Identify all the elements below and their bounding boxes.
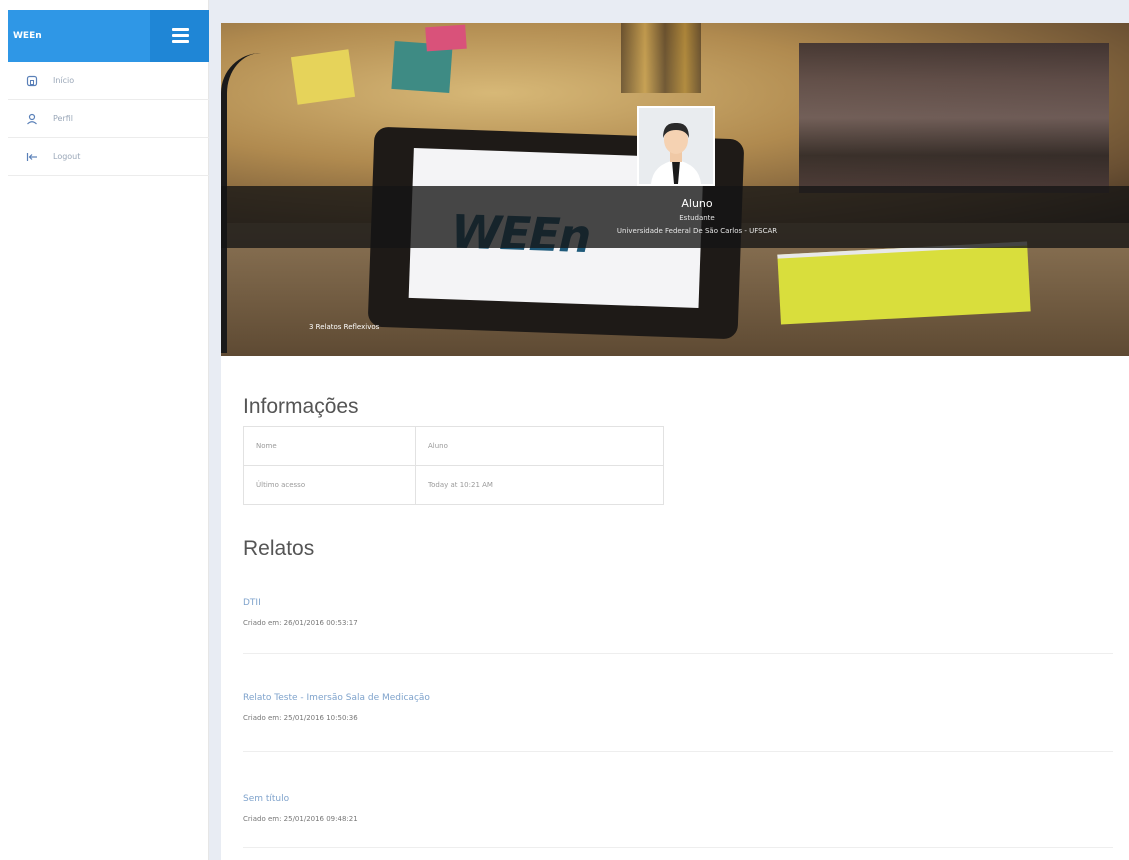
report-count: 3 Relatos Reflexivos bbox=[309, 323, 380, 331]
relatos-section-title: Relatos bbox=[243, 537, 315, 560]
info-value: Aluno bbox=[415, 426, 664, 466]
sidebar-header: WEEn bbox=[8, 10, 209, 62]
profile-cover: WEEn Aluno Estudante Universidade Federa… bbox=[221, 23, 1129, 356]
relato-link[interactable]: Relato Teste - Imersão Sala de Medicação bbox=[243, 693, 430, 703]
notebook bbox=[777, 241, 1031, 325]
sidebar-item-label: Perfil bbox=[53, 114, 74, 123]
list-item: DTII Criado em: 26/01/2016 00:53:17 bbox=[243, 590, 1113, 654]
relato-date: Criado em: 25/01/2016 09:48:21 bbox=[243, 815, 358, 823]
relato-date: Criado em: 26/01/2016 00:53:17 bbox=[243, 619, 358, 627]
info-key: Nome bbox=[243, 426, 416, 466]
sidebar-item-inicio[interactable]: Início bbox=[8, 62, 209, 100]
sidebar-nav: Início Perfil Logout bbox=[8, 62, 209, 176]
gutter bbox=[209, 0, 221, 860]
relato-date: Criado em: 25/01/2016 10:50:36 bbox=[243, 714, 358, 722]
book-stack bbox=[799, 43, 1109, 193]
brand-logo[interactable]: WEEn bbox=[8, 10, 150, 62]
relato-link[interactable]: DTII bbox=[243, 598, 261, 608]
profile-university: Universidade Federal De São Carlos - UFS… bbox=[616, 227, 778, 235]
sidebar-item-perfil[interactable]: Perfil bbox=[8, 100, 209, 138]
table-row: Último acesso Today at 10:21 AM bbox=[243, 465, 664, 505]
logout-icon bbox=[25, 150, 39, 164]
info-table: Nome Aluno Último acesso Today at 10:21 … bbox=[243, 426, 664, 505]
info-section-title: Informações bbox=[243, 395, 359, 418]
sticky-note bbox=[290, 49, 356, 105]
user-icon bbox=[25, 112, 39, 126]
profile-name: Aluno bbox=[681, 197, 713, 210]
relato-link[interactable]: Sem título bbox=[243, 794, 289, 804]
sidebar-item-label: Logout bbox=[53, 152, 81, 161]
avatar-icon bbox=[637, 106, 715, 186]
info-key: Último acesso bbox=[243, 465, 416, 505]
sticky-note bbox=[425, 24, 467, 52]
profile-role: Estudante bbox=[679, 214, 715, 222]
home-icon bbox=[25, 74, 39, 88]
sidebar-item-label: Início bbox=[53, 76, 75, 85]
info-value: Today at 10:21 AM bbox=[415, 465, 664, 505]
table-row: Nome Aluno bbox=[243, 426, 664, 466]
hamburger-menu-icon[interactable] bbox=[150, 10, 209, 62]
list-item: Relato Teste - Imersão Sala de Medicação… bbox=[243, 685, 1113, 752]
list-item: Sem título Criado em: 25/01/2016 09:48:2… bbox=[243, 786, 1113, 848]
sidebar-item-logout[interactable]: Logout bbox=[8, 138, 209, 176]
top-strip bbox=[209, 0, 1129, 23]
pen-holder bbox=[621, 23, 701, 93]
sidebar: WEEn Início Perfil Logout bbox=[0, 0, 209, 860]
